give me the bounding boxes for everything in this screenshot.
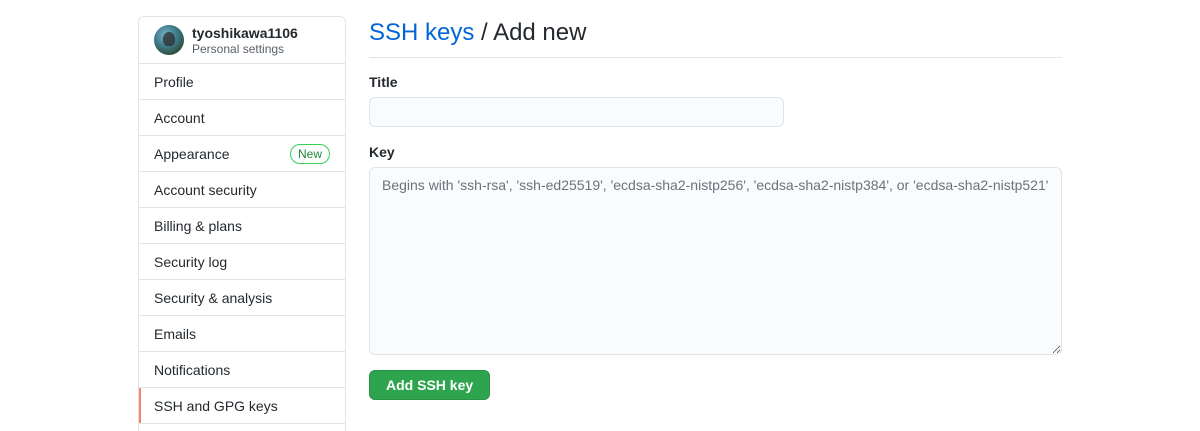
page-title: SSH keys / Add new — [369, 16, 1062, 58]
title-label: Title — [369, 74, 398, 90]
sidebar-item-account[interactable]: Account — [139, 100, 345, 136]
sidebar-subtitle: Personal settings — [192, 41, 285, 56]
breadcrumb-current: Add new — [493, 19, 587, 46]
sidebar-item-label: Appearance — [154, 145, 230, 162]
sidebar-item-account-security[interactable]: Account security — [139, 172, 345, 208]
sidebar-item-label: Account security — [154, 181, 257, 198]
add-ssh-key-form: Title Key Add SSH key — [369, 74, 1062, 400]
sidebar-item-label: Security log — [154, 253, 228, 270]
sidebar-item-label: Account — [154, 109, 205, 126]
sidebar-user-info: tyoshikawa1106 Personal settings — [192, 26, 298, 55]
sidebar-item-label: Emails — [154, 325, 197, 342]
sidebar-item-profile[interactable]: Profile — [139, 64, 345, 100]
sidebar-item-label: Profile — [154, 73, 194, 90]
settings-sidebar: tyoshikawa1106 Personal settings Profile… — [138, 16, 346, 431]
sidebar-header: tyoshikawa1106 Personal settings — [139, 17, 345, 64]
sidebar-item-security-analysis[interactable]: Security & analysis — [139, 280, 345, 316]
new-badge: New — [289, 143, 330, 164]
sidebar-item-notifications[interactable]: Notifications — [139, 352, 345, 388]
sidebar-item-appearance[interactable]: Appearance New — [139, 136, 345, 172]
avatar[interactable] — [154, 25, 184, 55]
title-input[interactable] — [369, 97, 784, 127]
key-label: Key — [369, 144, 395, 160]
sidebar-item-label: Notifications — [154, 361, 231, 378]
sidebar-item-ssh-gpg-keys[interactable]: SSH and GPG keys — [139, 388, 345, 424]
key-textarea[interactable] — [369, 167, 1062, 355]
add-ssh-key-button[interactable]: Add SSH key — [369, 370, 491, 400]
breadcrumb-separator: / — [474, 19, 494, 46]
main-content: SSH keys / Add new Title Key Add SSH key — [369, 16, 1062, 400]
sidebar-item-security-log[interactable]: Security log — [139, 244, 345, 280]
sidebar-item-billing[interactable]: Billing & plans — [139, 208, 345, 244]
username[interactable]: tyoshikawa1106 — [192, 26, 298, 40]
breadcrumb-ssh-keys-link[interactable]: SSH keys — [369, 19, 474, 46]
sidebar-item-label: Security & analysis — [154, 289, 273, 306]
sidebar-item-emails[interactable]: Emails — [139, 316, 345, 352]
sidebar-item-label: SSH and GPG keys — [154, 397, 278, 414]
sidebar-item-label: Billing & plans — [154, 217, 242, 234]
